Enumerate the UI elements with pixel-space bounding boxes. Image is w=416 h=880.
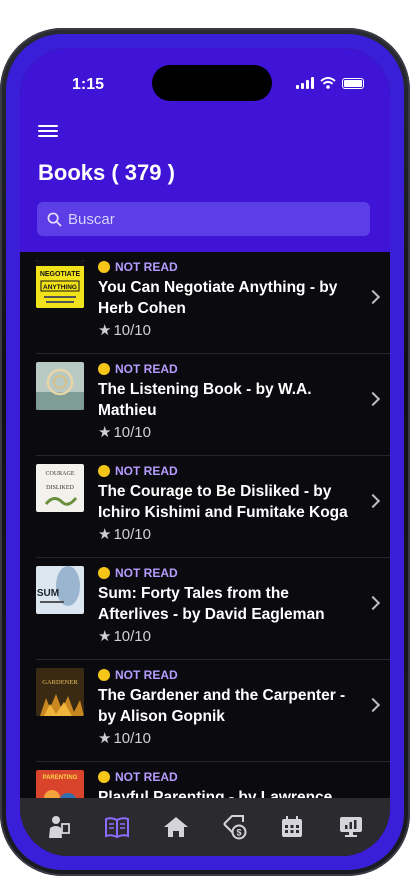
- nav-calendar-button[interactable]: [271, 806, 313, 848]
- status-icons: [296, 77, 364, 89]
- nav-home-button[interactable]: [155, 806, 197, 848]
- dynamic-island: [152, 65, 272, 101]
- price-tag-dollar-icon: $: [223, 815, 247, 840]
- signal-icon: [296, 77, 314, 89]
- book-rating: ★ 10/10: [98, 627, 151, 646]
- svg-text:GARDENER: GARDENER: [42, 679, 78, 686]
- battery-icon: [342, 77, 364, 89]
- chevron-right-icon: [365, 493, 381, 509]
- read-status: NOT READ: [115, 770, 178, 784]
- book-open-icon: [105, 817, 130, 839]
- svg-text:DISLIKED: DISLIKED: [46, 485, 74, 491]
- hamburger-icon: [38, 125, 58, 127]
- book-list-item[interactable]: GARDENER NOT READ The Gardener and the C…: [36, 660, 390, 762]
- home-icon: [163, 817, 188, 837]
- status-dot-icon: [98, 465, 110, 477]
- book-rating: ★ 10/10: [98, 423, 151, 442]
- svg-text:$: $: [237, 828, 242, 838]
- svg-text:COURAGE: COURAGE: [45, 471, 74, 477]
- status-dot-icon: [98, 567, 110, 579]
- menu-button[interactable]: [38, 122, 58, 140]
- book-rating: ★ 10/10: [98, 321, 151, 340]
- chevron-right-icon: [365, 697, 381, 713]
- svg-text:ANYTHING: ANYTHING: [43, 284, 77, 291]
- book-rating: ★ 10/10: [98, 729, 151, 748]
- book-rating: ★ 10/10: [98, 525, 151, 544]
- search-input[interactable]: [62, 209, 330, 229]
- screen: 1:15 Books ( 379 ) Buscar NEGOTIATE ANYT…: [20, 48, 390, 856]
- book-list-item[interactable]: SUM NOT READ Sum: Forty Tales from the A…: [36, 558, 390, 660]
- read-status: NOT READ: [115, 566, 178, 580]
- star-icon: ★: [98, 628, 112, 645]
- book-list-item[interactable]: COURAGE DISLIKED NOT READ The Courage to…: [36, 456, 390, 558]
- svg-text:PARENTING: PARENTING: [43, 775, 78, 781]
- book-title: The Gardener and the Carpenter - by Alis…: [98, 687, 346, 725]
- book-title: Sum: Forty Tales from the Afterlives - b…: [98, 585, 325, 623]
- svg-text:NEGOTIATE: NEGOTIATE: [40, 271, 81, 278]
- app-header: 1:15 Books ( 379 ): [20, 48, 390, 252]
- page-title: Books ( 379 ): [38, 160, 175, 185]
- chevron-right-icon: [365, 391, 381, 407]
- book-cover: NEGOTIATE ANYTHING: [36, 260, 84, 308]
- person-board-icon: [49, 816, 71, 838]
- search-bar[interactable]: [37, 202, 370, 236]
- search-icon: [47, 212, 62, 226]
- book-list-item[interactable]: NEGOTIATE ANYTHING NOT READ You Can Nego…: [36, 252, 390, 354]
- star-icon: ★: [98, 526, 112, 543]
- star-icon: ★: [98, 322, 112, 339]
- book-cover: COURAGE DISLIKED: [36, 464, 84, 512]
- calendar-icon: [282, 816, 303, 837]
- book-title: The Listening Book - by W.A. Mathieu: [98, 381, 312, 419]
- nav-deals-button[interactable]: $: [213, 806, 255, 848]
- status-dot-icon: [98, 363, 110, 375]
- monitor-chart-icon: [339, 817, 362, 837]
- phone-frame: 1:15 Books ( 379 ) Buscar NEGOTIATE ANYT…: [0, 28, 410, 876]
- book-title: The Courage to Be Disliked - by Ichiro K…: [98, 483, 348, 521]
- nav-stats-button[interactable]: [330, 806, 372, 848]
- status-dot-icon: [98, 771, 110, 783]
- phone-bezel: 1:15 Books ( 379 ) Buscar NEGOTIATE ANYT…: [6, 34, 404, 870]
- read-status: NOT READ: [115, 464, 178, 478]
- book-cover: SUM: [36, 566, 84, 614]
- read-status: NOT READ: [115, 260, 178, 274]
- chevron-right-icon: [365, 595, 381, 611]
- read-status: NOT READ: [115, 362, 178, 376]
- svg-text:SUM: SUM: [37, 588, 59, 599]
- book-list: NEGOTIATE ANYTHING NOT READ You Can Nego…: [20, 252, 390, 798]
- book-cover: PARENTING: [36, 770, 84, 798]
- book-cover: [36, 362, 84, 410]
- wifi-icon: [320, 77, 336, 89]
- book-cover: GARDENER: [36, 668, 84, 716]
- chevron-right-icon: [365, 289, 381, 305]
- status-dot-icon: [98, 261, 110, 273]
- book-title: You Can Negotiate Anything - by Herb Coh…: [98, 279, 338, 317]
- nav-books-button[interactable]: [96, 806, 138, 848]
- star-icon: ★: [98, 424, 112, 441]
- book-list-item[interactable]: PARENTING NOT READ Playful Parenting - b…: [36, 762, 390, 798]
- read-status: NOT READ: [115, 668, 178, 682]
- book-list-item[interactable]: NOT READ The Listening Book - by W.A. Ma…: [36, 354, 390, 456]
- status-time: 1:15: [72, 76, 105, 93]
- star-icon: ★: [98, 730, 112, 747]
- book-title: Playful Parenting - by Lawrence: [98, 789, 333, 798]
- status-dot-icon: [98, 669, 110, 681]
- nav-profile-button[interactable]: [38, 806, 80, 848]
- bottom-nav: $: [20, 798, 390, 856]
